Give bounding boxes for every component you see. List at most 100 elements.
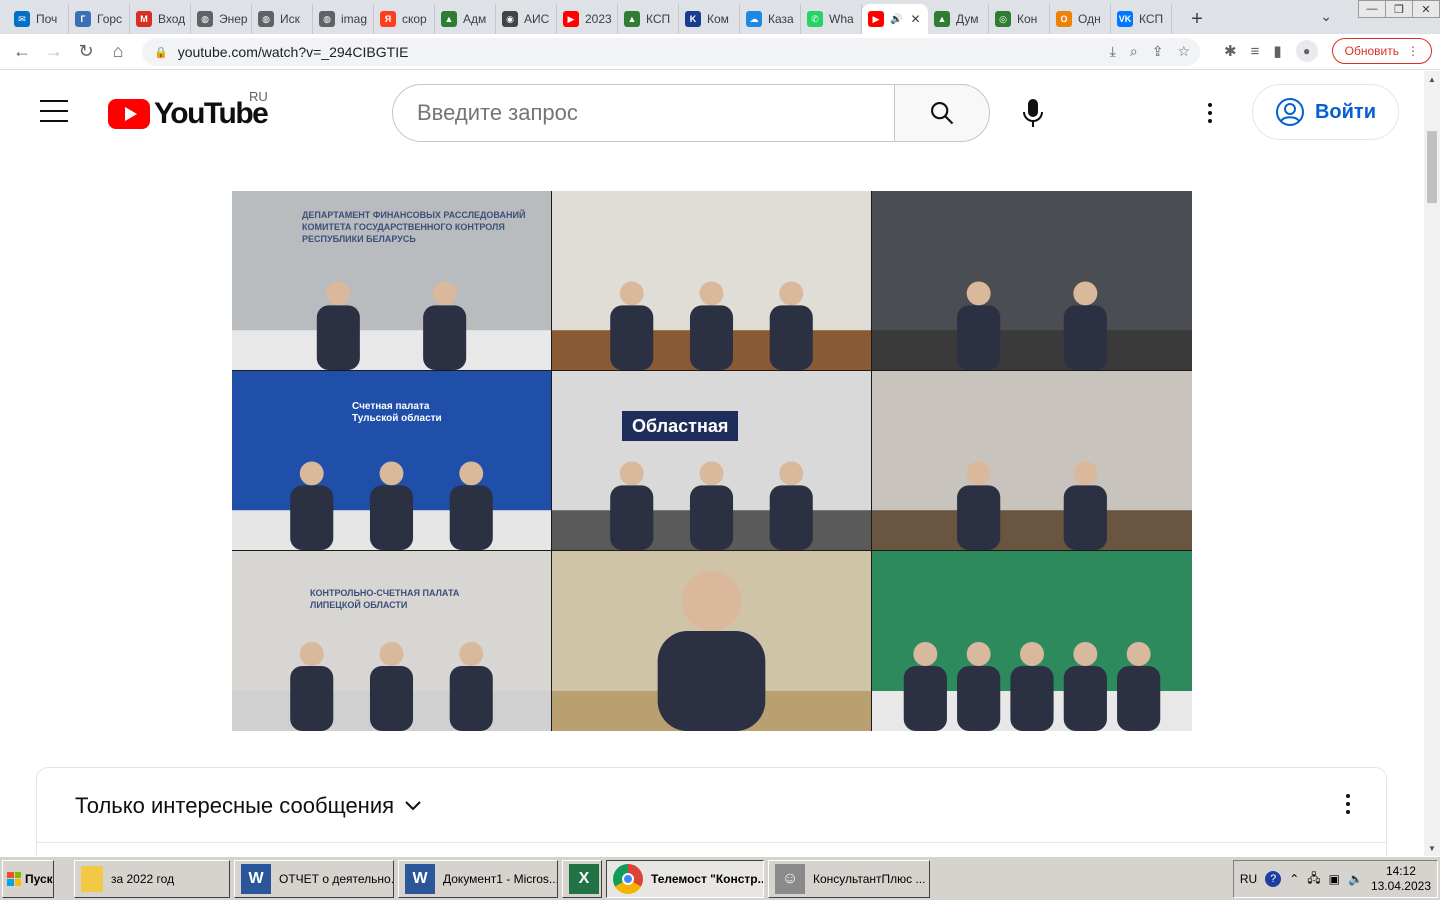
tab-label: КСП: [646, 12, 671, 26]
video-cell-caption: КОНТРОЛЬНО-СЧЕТНАЯ ПАЛАТА ЛИПЕЦКОЙ ОБЛАС…: [310, 588, 460, 610]
scroll-up-arrow-icon[interactable]: ▲: [1424, 71, 1440, 87]
browser-tab[interactable]: ✆ Wha: [801, 4, 862, 34]
taskbar-item-label: ОТЧЕТ о деятельно...: [279, 871, 394, 886]
tab-label: imag: [341, 12, 368, 26]
network-icon[interactable]: 🖧: [1307, 869, 1320, 890]
zoom-icon[interactable]: ⌕: [1130, 43, 1138, 60]
sign-in-label: Войти: [1314, 100, 1377, 123]
taskbar-item[interactable]: Телемост "Констр...: [606, 859, 764, 898]
home-icon[interactable]: ⌂: [102, 36, 134, 68]
side-panel-icon[interactable]: ▮: [1273, 42, 1281, 60]
video-feed-cell: [552, 191, 871, 370]
browser-tab[interactable]: ◎ Кон: [989, 4, 1050, 34]
window-controls: — ❐ ✕: [1358, 0, 1440, 18]
tab-label: скор: [402, 12, 427, 26]
settings-kebab-icon[interactable]: [1196, 93, 1224, 133]
browser-tab[interactable]: ✉ Поч: [8, 4, 69, 34]
browser-tab[interactable]: ◍ imag: [313, 4, 374, 34]
video-feed-cell: Счетная палата Тульской области: [232, 371, 551, 550]
taskbar-item[interactable]: ☺ КонсультантПлюс ...: [768, 859, 930, 898]
new-tab-button[interactable]: +: [1182, 4, 1212, 34]
volume-icon[interactable]: 🔈: [1348, 872, 1363, 886]
taskbar-item-label: Телемост "Констр...: [651, 871, 764, 886]
scroll-down-arrow-icon[interactable]: ▼: [1424, 840, 1440, 856]
consultant-plus-icon: ☺: [775, 863, 805, 894]
tab-label: Адм: [463, 12, 487, 26]
browser-tab[interactable]: ▲ Адм: [435, 4, 496, 34]
excel-icon: X: [569, 863, 599, 894]
browser-tab[interactable]: ▶ 2023: [557, 4, 618, 34]
tab-label: Wha: [829, 12, 854, 26]
install-app-icon[interactable]: ⤓: [1110, 43, 1116, 60]
taskbar-item[interactable]: за 2022 год: [74, 859, 230, 898]
scrollbar-thumb[interactable]: [1427, 131, 1437, 203]
minimize-button[interactable]: —: [1358, 0, 1386, 18]
browser-tab[interactable]: ▲ КСП: [618, 4, 679, 34]
browser-tab[interactable]: ☁ Каза: [740, 4, 801, 34]
menu-kebab-icon: ⋮: [1407, 44, 1419, 58]
tab-label: Ком: [707, 12, 729, 26]
youtube-logo[interactable]: YouTube RU: [108, 89, 269, 131]
browser-tab[interactable]: Г Горс: [69, 4, 130, 34]
sign-in-button[interactable]: Войти: [1252, 84, 1399, 140]
tab-search-chevron-icon[interactable]: ⌄: [1320, 8, 1332, 25]
voice-search-button[interactable]: [1013, 93, 1053, 133]
profile-avatar-icon[interactable]: ●: [1295, 40, 1318, 62]
taskbar-item[interactable]: W ОТЧЕТ о деятельно...: [234, 859, 394, 898]
guide-menu-icon[interactable]: [40, 100, 68, 122]
word-icon: W: [405, 863, 435, 894]
tray-expand-icon[interactable]: ⌃: [1289, 872, 1299, 886]
search-button[interactable]: [894, 84, 990, 142]
page-scrollbar[interactable]: ▲ ▼: [1424, 71, 1440, 856]
browser-tab[interactable]: ◍ Энер: [191, 4, 252, 34]
lock-icon[interactable]: 🔒: [154, 46, 168, 59]
browser-tab[interactable]: ◍ Иск: [252, 4, 313, 34]
tab-audio-icon[interactable]: 🔊: [890, 14, 902, 25]
clock[interactable]: 14:12 13.04.2023: [1371, 864, 1431, 894]
share-icon[interactable]: ⇪: [1152, 43, 1164, 60]
extensions-puzzle-icon[interactable]: ✱: [1224, 42, 1237, 60]
search-input[interactable]: [417, 100, 895, 126]
browser-tab[interactable]: Яскор: [374, 4, 435, 34]
reload-icon[interactable]: ↻: [70, 36, 102, 68]
account-circle-icon: [1275, 98, 1304, 126]
tab-close-icon[interactable]: ✕: [910, 12, 920, 26]
tab-label: АИС: [524, 12, 550, 26]
word-icon: W: [241, 863, 271, 894]
chat-filter-dropdown[interactable]: Только интересные сообщения: [75, 793, 422, 819]
tab-favicon-icon: ▶: [868, 11, 884, 27]
address-bar[interactable]: 🔒 youtube.com/watch?v=_294CIBGTIE ⤓ ⌕ ⇪ …: [142, 38, 1200, 66]
forward-arrow-icon[interactable]: →: [38, 36, 70, 68]
display-icon[interactable]: ▣: [1329, 872, 1340, 886]
browser-tab[interactable]: ◉ АИС: [496, 4, 557, 34]
taskbar-item[interactable]: W Документ1 - Micros...: [398, 859, 558, 898]
tab-favicon-icon: ☁: [746, 11, 762, 27]
folder-icon: [81, 865, 103, 892]
help-icon[interactable]: ?: [1265, 871, 1282, 887]
browser-tab[interactable]: VK КСП: [1111, 4, 1172, 34]
taskbar-item[interactable]: X: [562, 859, 602, 898]
browser-tab[interactable]: M Вход: [130, 4, 191, 34]
close-window-button[interactable]: ✕: [1412, 0, 1440, 18]
start-label: Пуск: [25, 871, 53, 886]
chevron-down-icon: [405, 801, 421, 811]
video-player[interactable]: ДЕПАРТАМЕНТ ФИНАНСОВЫХ РАССЛЕДОВАНИЙ КОМ…: [232, 191, 1192, 731]
start-button[interactable]: Пуск: [2, 859, 54, 898]
tab-label: Иск: [280, 12, 300, 26]
video-scene-graphic: [232, 642, 551, 731]
bookmark-star-icon[interactable]: ☆: [1177, 43, 1190, 60]
video-feed-cell: [552, 551, 871, 731]
back-arrow-icon[interactable]: ←: [6, 36, 38, 68]
browser-tab[interactable]: ▲ Дум: [928, 4, 989, 34]
search-field[interactable]: [392, 84, 895, 142]
tab-label: Кон: [1017, 12, 1038, 26]
reading-list-icon[interactable]: ≡: [1251, 43, 1260, 60]
restore-button[interactable]: ❐: [1385, 0, 1413, 18]
browser-tab[interactable]: О Одн: [1050, 4, 1111, 34]
video-cell-caption: ДЕПАРТАМЕНТ ФИНАНСОВЫХ РАССЛЕДОВАНИЙ КОМ…: [302, 210, 526, 244]
update-browser-button[interactable]: Обновить ⋮: [1331, 38, 1432, 64]
chat-more-options-icon[interactable]: [1346, 794, 1350, 814]
language-indicator[interactable]: RU: [1240, 872, 1257, 886]
browser-tab[interactable]: K Ком: [679, 4, 740, 34]
browser-tab[interactable]: ▶ 🔊 ✕: [862, 4, 928, 34]
